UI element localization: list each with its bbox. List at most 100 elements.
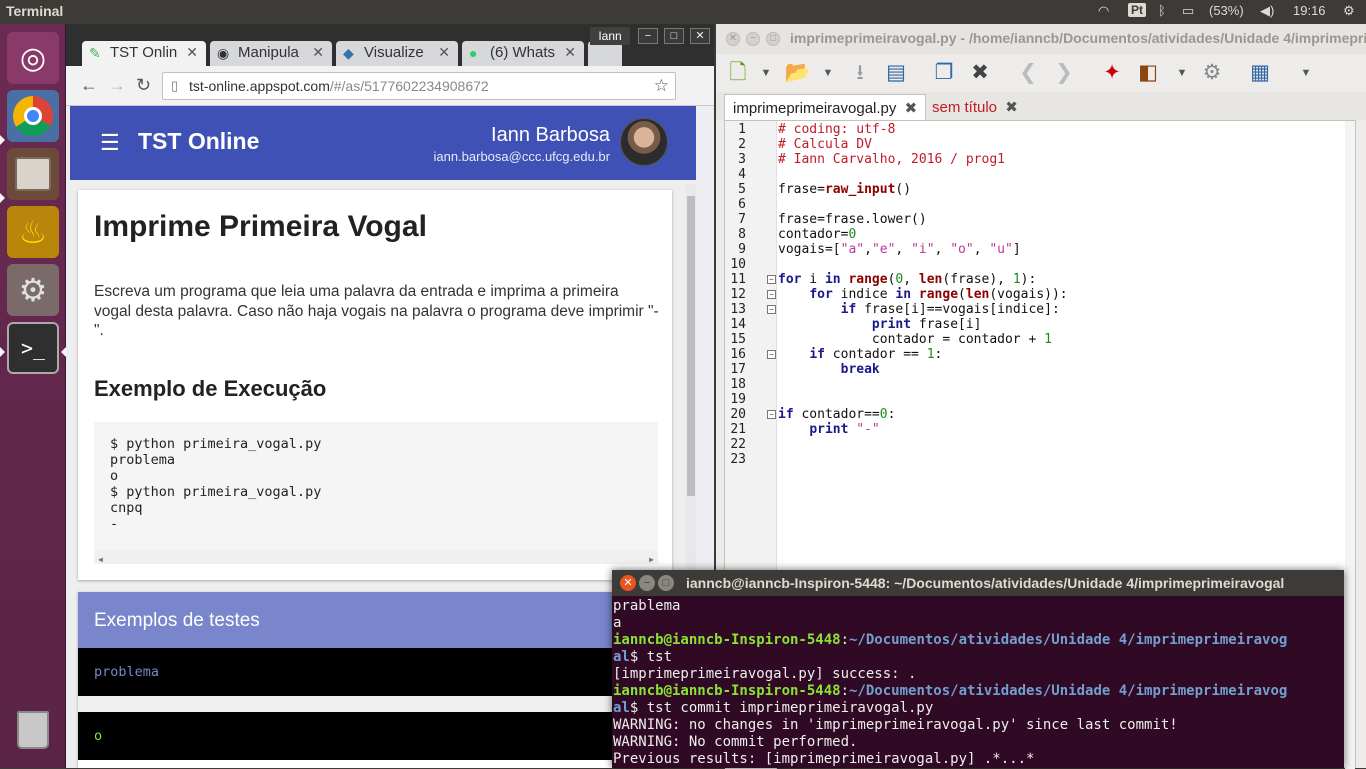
terminal-output[interactable]: prablema a ianncb@ianncb-Inspiron-5448:~… xyxy=(613,598,1344,768)
command-line: $ tst xyxy=(629,649,673,665)
scrollbar-thumb[interactable] xyxy=(687,196,695,496)
tab-python-tutor[interactable]: ◆ Visualize ✕ xyxy=(336,41,458,66)
scroll-left-icon[interactable]: ◀ xyxy=(98,552,103,568)
teapot-app-icon[interactable]: ♨ xyxy=(7,206,59,258)
file-manager-icon[interactable] xyxy=(7,148,59,200)
code-line[interactable]: frase=raw_input() xyxy=(778,182,911,197)
address-bar[interactable]: ▯ tst-online.appspot.com/#/as/5177602234… xyxy=(162,72,676,100)
close-tab-icon[interactable]: ✖ xyxy=(905,100,918,117)
line-number: 15 xyxy=(730,332,746,347)
code-line[interactable]: if contador==0: xyxy=(778,407,895,422)
code-line[interactable]: frase=frase.lower() xyxy=(778,212,927,227)
line-number: 6 xyxy=(738,197,746,212)
chrome-icon[interactable] xyxy=(7,90,59,142)
dropdown-arrow-icon[interactable]: ▼ xyxy=(814,59,842,87)
code-line[interactable]: for indice in range(len(vogais)): xyxy=(778,287,1067,302)
run-tool-icon[interactable]: ✦ xyxy=(1098,59,1126,87)
editor-scrollbar[interactable] xyxy=(1345,121,1355,769)
battery-icon[interactable]: ▭ xyxy=(1182,3,1194,19)
terminal-launcher-icon[interactable]: >_ xyxy=(7,322,59,374)
prompt-user: ianncb@ianncb-Inspiron-5448 xyxy=(613,632,841,648)
redo-icon[interactable]: ❯ xyxy=(1050,59,1078,87)
close-tab-icon[interactable]: ✕ xyxy=(312,44,324,61)
fold-toggle-icon[interactable]: − xyxy=(767,410,776,419)
dropdown-arrow-icon[interactable]: ▼ xyxy=(1292,59,1320,87)
ubuntu-dash-icon[interactable]: ◎ xyxy=(7,32,59,84)
code-line[interactable]: contador = contador + 1 xyxy=(778,332,1052,347)
tab-sem-titulo[interactable]: sem título ✖ xyxy=(924,94,1026,120)
app-bar: ☰ TST Online Iann Barbosa iann.barbosa@c… xyxy=(70,106,696,180)
fold-toggle-icon[interactable]: − xyxy=(767,290,776,299)
code-line[interactable]: print "-" xyxy=(778,422,879,437)
new-file-icon[interactable]: 🗋 xyxy=(724,59,752,87)
fold-toggle-icon[interactable]: − xyxy=(767,350,776,359)
bluetooth-icon[interactable]: ᛒ xyxy=(1158,3,1166,18)
code-line[interactable]: if frase[i]==vogais[indice]: xyxy=(778,302,1060,317)
code-line[interactable]: # Calcula DV xyxy=(778,137,872,152)
open-folder-icon[interactable]: 📂 xyxy=(784,59,812,87)
minimize-button[interactable]: − xyxy=(746,32,760,46)
horizontal-scrollbar[interactable] xyxy=(78,696,688,712)
trash-icon[interactable] xyxy=(7,704,59,756)
close-tab-icon[interactable]: ✕ xyxy=(564,44,576,61)
page-info-icon[interactable]: ▯ xyxy=(171,78,178,94)
undo-icon[interactable]: ❮ xyxy=(1014,59,1042,87)
assignment-card: Imprime Primeira Vogal Escreva um progra… xyxy=(78,190,672,580)
forward-icon[interactable]: → xyxy=(108,75,126,96)
code-line[interactable]: # Iann Carvalho, 2016 / prog1 xyxy=(778,152,1005,167)
snippets-icon[interactable]: ◧ xyxy=(1134,59,1162,87)
close-tab-icon[interactable]: ✕ xyxy=(186,44,198,61)
wifi-icon[interactable]: ◠ xyxy=(1098,3,1109,19)
close-document-icon[interactable]: ✖ xyxy=(966,59,994,87)
save-icon[interactable]: ⭳ xyxy=(846,59,874,87)
tab-tst-online[interactable]: ✎ TST Onlin ✕ xyxy=(82,41,206,67)
settings-gear-icon[interactable]: ⚙ xyxy=(1343,3,1355,19)
fold-toggle-icon[interactable]: − xyxy=(767,275,776,284)
system-settings-icon[interactable]: ⚙ xyxy=(7,264,59,316)
maximize-button[interactable]: □ xyxy=(766,32,780,46)
keyboard-layout-indicator[interactable]: Pt xyxy=(1128,3,1146,17)
maximize-button[interactable]: □ xyxy=(664,28,684,44)
close-window-button[interactable]: ✕ xyxy=(620,575,636,591)
dropdown-arrow-icon[interactable]: ▼ xyxy=(1168,59,1196,87)
code-line[interactable]: vogais=["a","e", "i", "o", "u"] xyxy=(778,242,1021,257)
preferences-icon[interactable]: ⚙ xyxy=(1198,59,1226,87)
tab-imprimeprimeiravogal[interactable]: imprimeprimeiravogal.py ✖ xyxy=(724,94,927,120)
line-number: 22 xyxy=(730,437,746,452)
tests-heading: Exemplos de testes xyxy=(78,592,688,648)
print-icon[interactable]: ▤ xyxy=(882,59,910,87)
bookmark-star-icon[interactable]: ☆ xyxy=(654,76,669,96)
running-indicator xyxy=(0,135,5,145)
maximize-button[interactable]: □ xyxy=(658,575,674,591)
minimize-button[interactable]: − xyxy=(638,28,658,44)
code-line[interactable]: break xyxy=(778,362,880,377)
avatar[interactable] xyxy=(620,118,668,166)
close-tab-icon[interactable]: ✕ xyxy=(438,44,450,61)
minimize-button[interactable]: − xyxy=(639,575,655,591)
brand-title[interactable]: TST Online xyxy=(138,128,259,155)
close-window-button[interactable]: ✕ xyxy=(726,32,740,46)
prompt-user: ianncb@ianncb-Inspiron-5448 xyxy=(613,683,841,699)
profile-button[interactable]: Iann xyxy=(590,27,630,45)
hamburger-menu-icon[interactable]: ☰ xyxy=(100,130,120,156)
scroll-right-icon[interactable]: ▶ xyxy=(649,552,654,568)
code-line[interactable]: contador=0 xyxy=(778,227,856,242)
clock[interactable]: 19:16 xyxy=(1293,3,1326,18)
battery-percentage[interactable]: (53%) xyxy=(1209,3,1244,18)
color-picker-icon[interactable]: ▦ xyxy=(1246,59,1274,87)
close-window-button[interactable]: ✕ xyxy=(690,28,710,44)
code-line[interactable]: print frase[i] xyxy=(778,317,982,332)
horizontal-scrollbar[interactable]: ◀ ▶ xyxy=(94,550,658,564)
volume-icon[interactable]: ◀) xyxy=(1260,3,1274,19)
tab-whatsapp[interactable]: ● (6) Whats ✕ xyxy=(462,41,584,66)
dropdown-arrow-icon[interactable]: ▼ xyxy=(752,59,780,87)
close-tab-icon[interactable]: ✖ xyxy=(1005,99,1018,116)
tab-github[interactable]: ◉ Manipula ✕ xyxy=(210,41,332,66)
fold-toggle-icon[interactable]: − xyxy=(767,305,776,314)
code-line[interactable]: if contador == 1: xyxy=(778,347,942,362)
code-line[interactable]: for i in range(0, len(frase), 1): xyxy=(778,272,1036,287)
reload-icon[interactable]: ↻ xyxy=(136,75,151,96)
code-line[interactable]: # coding: utf-8 xyxy=(778,122,895,137)
copy-icon[interactable]: ❐ xyxy=(930,59,958,87)
back-icon[interactable]: ← xyxy=(80,75,98,96)
